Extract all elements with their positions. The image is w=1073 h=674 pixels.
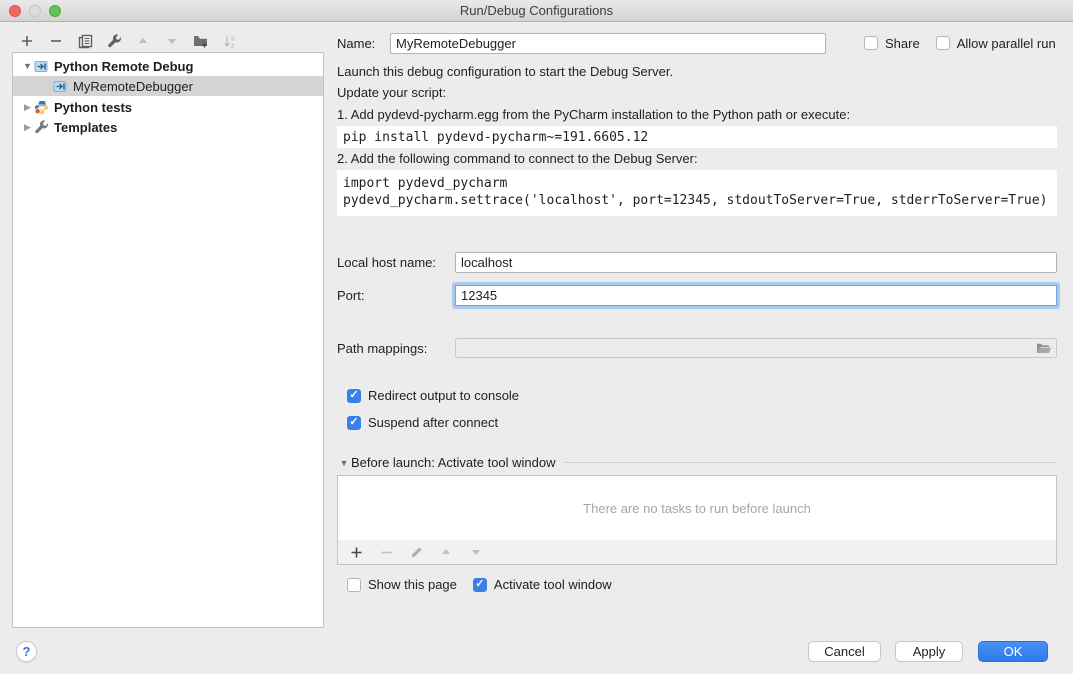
cancel-button[interactable]: Cancel bbox=[808, 641, 881, 662]
suspend-after-connect-label: Suspend after connect bbox=[368, 415, 498, 430]
remote-debug-config-icon bbox=[34, 59, 49, 74]
edit-templates-wrench-icon[interactable] bbox=[106, 33, 122, 49]
checkbox-icon: ✓ bbox=[347, 578, 361, 592]
svg-text:a: a bbox=[231, 35, 235, 42]
remove-task-icon bbox=[378, 544, 394, 560]
step1-text: 1. Add pydevd-pycharm.egg from the PyCha… bbox=[337, 107, 850, 123]
allow-parallel-run-label: Allow parallel run bbox=[957, 36, 1056, 51]
chevron-right-icon[interactable]: ▶ bbox=[21, 102, 34, 113]
tree-item-label: MyRemoteDebugger bbox=[73, 79, 193, 94]
chevron-down-icon[interactable]: ▼ bbox=[337, 458, 351, 468]
svg-text:z: z bbox=[231, 43, 235, 49]
name-label: Name: bbox=[337, 36, 390, 51]
local-host-label: Local host name: bbox=[337, 255, 455, 270]
redirect-output-checkbox[interactable]: ✓ Redirect output to console bbox=[347, 388, 519, 403]
tree-item-label: Python Remote Debug bbox=[54, 59, 193, 74]
redirect-output-label: Redirect output to console bbox=[368, 388, 519, 403]
checkbox-icon: ✓ bbox=[347, 416, 361, 430]
local-host-row: Local host name: bbox=[337, 250, 1057, 274]
step2-text: 2. Add the following command to connect … bbox=[337, 151, 698, 167]
checkbox-icon: ✓ bbox=[347, 389, 361, 403]
tree-item-python-remote-debug[interactable]: ▼ Python Remote Debug bbox=[13, 56, 323, 76]
ok-button[interactable]: OK bbox=[978, 641, 1048, 662]
chevron-down-icon[interactable]: ▼ bbox=[21, 61, 34, 71]
pip-install-command: pip install pydevd-pycharm~=191.6605.12 bbox=[337, 126, 1057, 148]
suspend-after-connect-checkbox[interactable]: ✓ Suspend after connect bbox=[347, 415, 498, 430]
no-tasks-text: There are no tasks to run before launch bbox=[583, 501, 811, 516]
path-mappings-row: Path mappings: bbox=[337, 336, 1057, 360]
move-up-icon bbox=[135, 33, 151, 49]
move-down-icon bbox=[164, 33, 180, 49]
activate-tool-window-label: Activate tool window bbox=[494, 577, 612, 592]
add-task-icon[interactable] bbox=[348, 544, 364, 560]
code-line-1: import pydevd_pycharm bbox=[343, 176, 507, 191]
add-configuration-icon[interactable] bbox=[19, 33, 35, 49]
checkbox-icon: ✓ bbox=[473, 578, 487, 592]
before-launch-title: Before launch: Activate tool window bbox=[351, 455, 556, 470]
configurations-toolbar: a z bbox=[19, 31, 238, 51]
before-launch-header[interactable]: ▼ Before launch: Activate tool window bbox=[337, 455, 1057, 470]
move-task-down-icon bbox=[468, 544, 484, 560]
remove-configuration-icon[interactable] bbox=[48, 33, 64, 49]
sort-alphabetically-icon: a z bbox=[222, 33, 238, 49]
update-script-text: Update your script: bbox=[337, 85, 446, 101]
port-row: Port: bbox=[337, 283, 1057, 307]
apply-button[interactable]: Apply bbox=[895, 641, 963, 662]
python-tests-icon bbox=[34, 100, 49, 115]
path-mappings-label: Path mappings: bbox=[337, 341, 455, 356]
zoom-window-button[interactable] bbox=[49, 5, 61, 17]
window-controls bbox=[9, 0, 61, 22]
tree-item-label: Templates bbox=[54, 120, 117, 135]
checkbox-icon: ✓ bbox=[864, 36, 878, 50]
port-input[interactable] bbox=[455, 285, 1057, 306]
port-label: Port: bbox=[337, 288, 455, 303]
tree-item-python-tests[interactable]: ▶ Python tests bbox=[13, 97, 323, 117]
name-row: Name: ✓ Share ✓ Allow parallel run bbox=[337, 32, 1057, 54]
tree-item-label: Python tests bbox=[54, 100, 132, 115]
edit-task-pencil-icon bbox=[408, 544, 424, 560]
code-line-2: pydevd_pycharm.settrace('localhost', por… bbox=[343, 193, 1047, 208]
show-this-page-label: Show this page bbox=[368, 577, 457, 592]
settrace-code-block: import pydevd_pycharm pydevd_pycharm.sett… bbox=[337, 170, 1057, 216]
configuration-editor: Name: ✓ Share ✓ Allow parallel run Launc… bbox=[337, 0, 1057, 674]
close-window-button[interactable] bbox=[9, 5, 21, 17]
before-launch-toolbar bbox=[337, 540, 1057, 565]
tree-item-myremotedebugger[interactable]: MyRemoteDebugger bbox=[13, 76, 323, 96]
show-this-page-checkbox[interactable]: ✓ Show this page bbox=[347, 577, 457, 592]
tree-item-templates[interactable]: ▶ Templates bbox=[13, 117, 323, 137]
activate-tool-window-checkbox[interactable]: ✓ Activate tool window bbox=[473, 577, 612, 592]
minimize-window-button bbox=[29, 5, 41, 17]
browse-folder-icon[interactable] bbox=[1035, 341, 1053, 356]
share-checkbox[interactable]: ✓ Share bbox=[864, 36, 920, 51]
path-mappings-input[interactable] bbox=[455, 338, 1057, 358]
allow-parallel-run-checkbox[interactable]: ✓ Allow parallel run bbox=[936, 36, 1056, 51]
move-task-up-icon bbox=[438, 544, 454, 560]
before-launch-task-list[interactable]: There are no tasks to run before launch bbox=[337, 475, 1057, 541]
chevron-right-icon[interactable]: ▶ bbox=[21, 122, 34, 133]
new-folder-icon[interactable] bbox=[193, 33, 209, 49]
checkbox-icon: ✓ bbox=[936, 36, 950, 50]
copy-configuration-icon[interactable] bbox=[77, 33, 93, 49]
help-button[interactable]: ? bbox=[16, 641, 37, 662]
local-host-input[interactable] bbox=[455, 252, 1057, 273]
remote-debug-config-icon bbox=[53, 79, 68, 94]
configurations-tree: ▼ Python Remote Debug MyRemoteDebugger ▶ bbox=[12, 52, 324, 628]
footer-options: ✓ Show this page ✓ Activate tool window bbox=[337, 577, 612, 592]
templates-wrench-icon bbox=[34, 120, 49, 135]
section-divider bbox=[564, 462, 1057, 463]
intro-text: Launch this debug configuration to start… bbox=[337, 64, 673, 80]
name-input[interactable] bbox=[390, 33, 826, 54]
share-label: Share bbox=[885, 36, 920, 51]
